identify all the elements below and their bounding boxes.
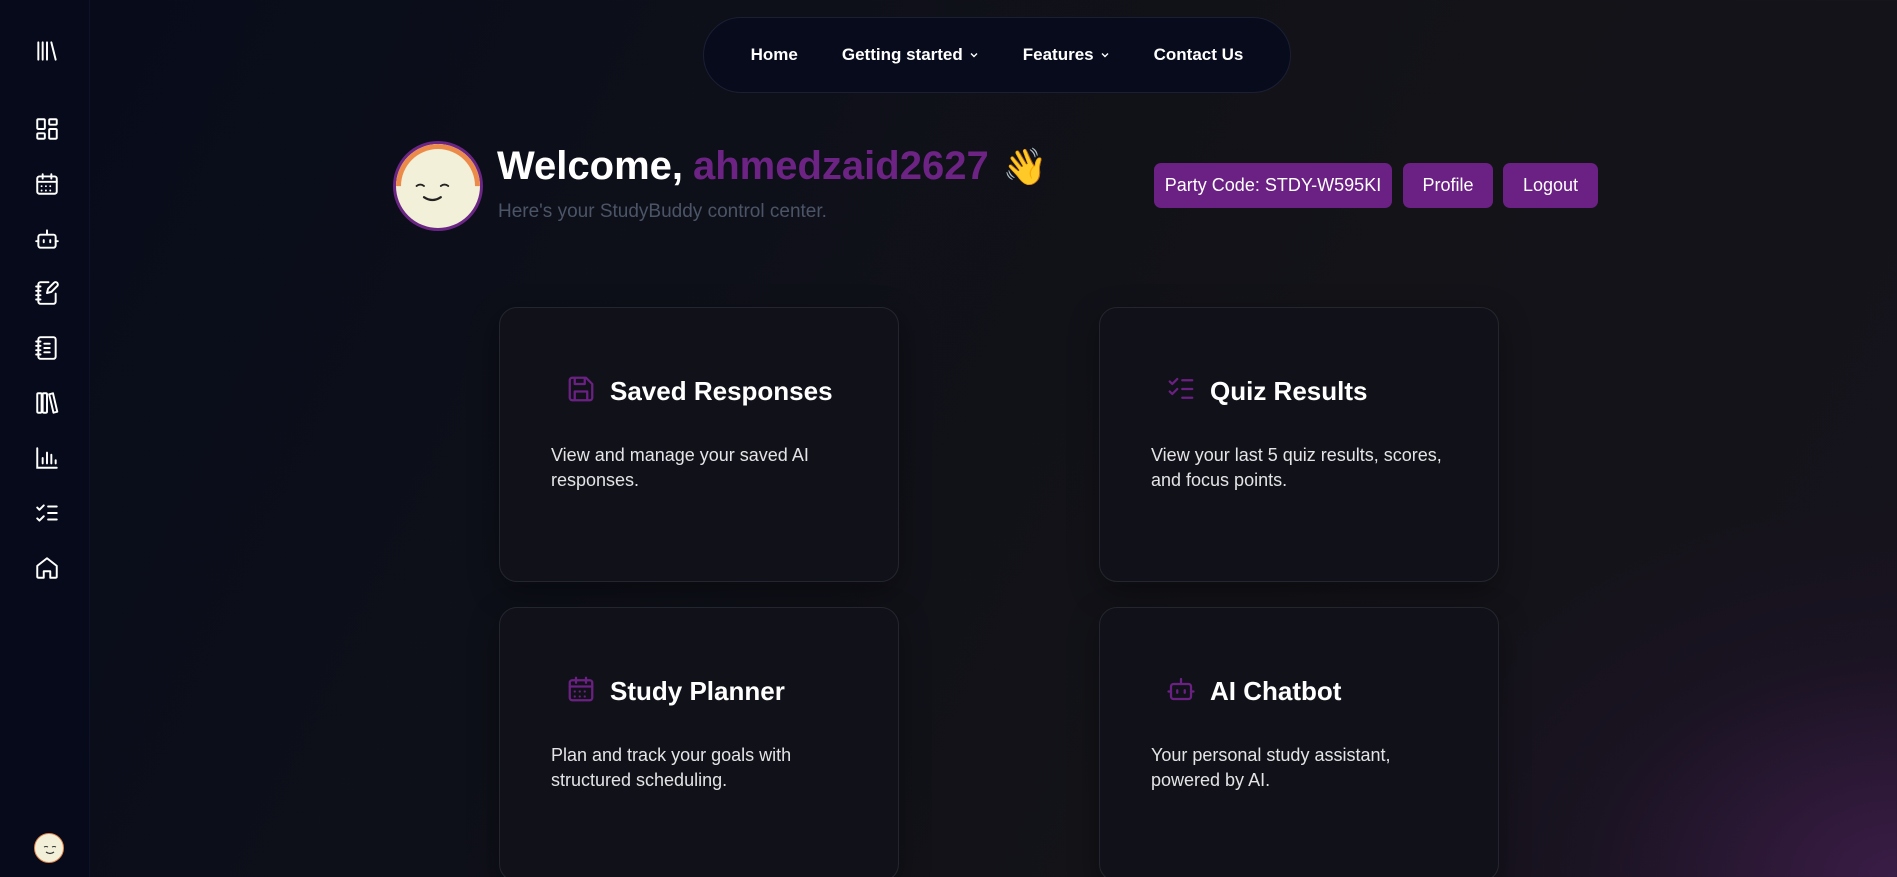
nav-getting-started-label: Getting started <box>841 45 963 64</box>
party-code-button[interactable]: Party Code: STDY-W595KI <box>1154 163 1392 208</box>
nav-features[interactable]: Features <box>1001 45 1132 65</box>
books-icon[interactable] <box>32 388 62 418</box>
card-ai-chatbot[interactable]: AI Chatbot Your personal study assistant… <box>1099 607 1499 877</box>
calendar-icon <box>568 676 594 702</box>
card-title: AI Chatbot <box>1210 676 1342 706</box>
card-study-planner[interactable]: Study Planner Plan and track your goals … <box>499 607 899 877</box>
nav-home-label: Home <box>750 45 798 64</box>
sidebar <box>0 0 90 877</box>
notebook-pen-icon[interactable] <box>32 278 62 308</box>
profile-button[interactable]: Profile <box>1403 163 1493 208</box>
list-checks-icon[interactable] <box>32 498 62 528</box>
card-quiz-results[interactable]: Quiz Results View your last 5 quiz resul… <box>1099 307 1499 582</box>
profile-avatar <box>393 141 483 231</box>
nav-features-label: Features <box>1022 45 1094 64</box>
home-icon[interactable] <box>32 553 62 583</box>
card-description: Your personal study assistant, powered b… <box>1151 745 1391 790</box>
card-title: Quiz Results <box>1210 376 1368 406</box>
chevron-down-icon <box>970 53 978 58</box>
library-icon[interactable] <box>32 36 62 66</box>
card-description: View your last 5 quiz results, scores, a… <box>1151 445 1442 490</box>
page-subtitle: Here's your StudyBuddy control center. <box>498 201 827 222</box>
nav-getting-started[interactable]: Getting started <box>820 45 1001 65</box>
nav-contact-label: Contact Us <box>1153 45 1244 64</box>
card-title: Study Planner <box>610 676 785 706</box>
card-title: Saved Responses <box>610 376 833 406</box>
bot-icon[interactable] <box>32 224 62 254</box>
card-saved-responses[interactable]: Saved Responses View and manage your sav… <box>499 307 899 582</box>
bar-chart-icon[interactable] <box>32 443 62 473</box>
nav-contact[interactable]: Contact Us <box>1132 45 1266 65</box>
card-description: View and manage your saved AI responses. <box>551 445 809 490</box>
dashboard-icon[interactable] <box>32 114 62 144</box>
username: ahmedzaid2627 <box>693 144 989 188</box>
calendar-icon[interactable] <box>32 169 62 199</box>
bot-icon <box>1167 677 1195 701</box>
chevron-down-icon <box>1101 53 1109 58</box>
logout-button[interactable]: Logout <box>1503 163 1598 208</box>
welcome-heading: Welcome, ahmedzaid2627 👋 <box>497 144 1048 189</box>
save-icon <box>568 376 594 402</box>
welcome-text: Welcome, <box>497 144 683 188</box>
wave-emoji: 👋 <box>1002 145 1048 187</box>
top-nav: Home Getting started Features Contact Us <box>703 17 1291 93</box>
card-description: Plan and track your goals with structure… <box>551 745 792 790</box>
nav-home[interactable]: Home <box>729 45 820 65</box>
user-avatar[interactable] <box>34 833 64 863</box>
list-checks-icon <box>1168 377 1194 399</box>
notebook-text-icon[interactable] <box>32 333 62 363</box>
